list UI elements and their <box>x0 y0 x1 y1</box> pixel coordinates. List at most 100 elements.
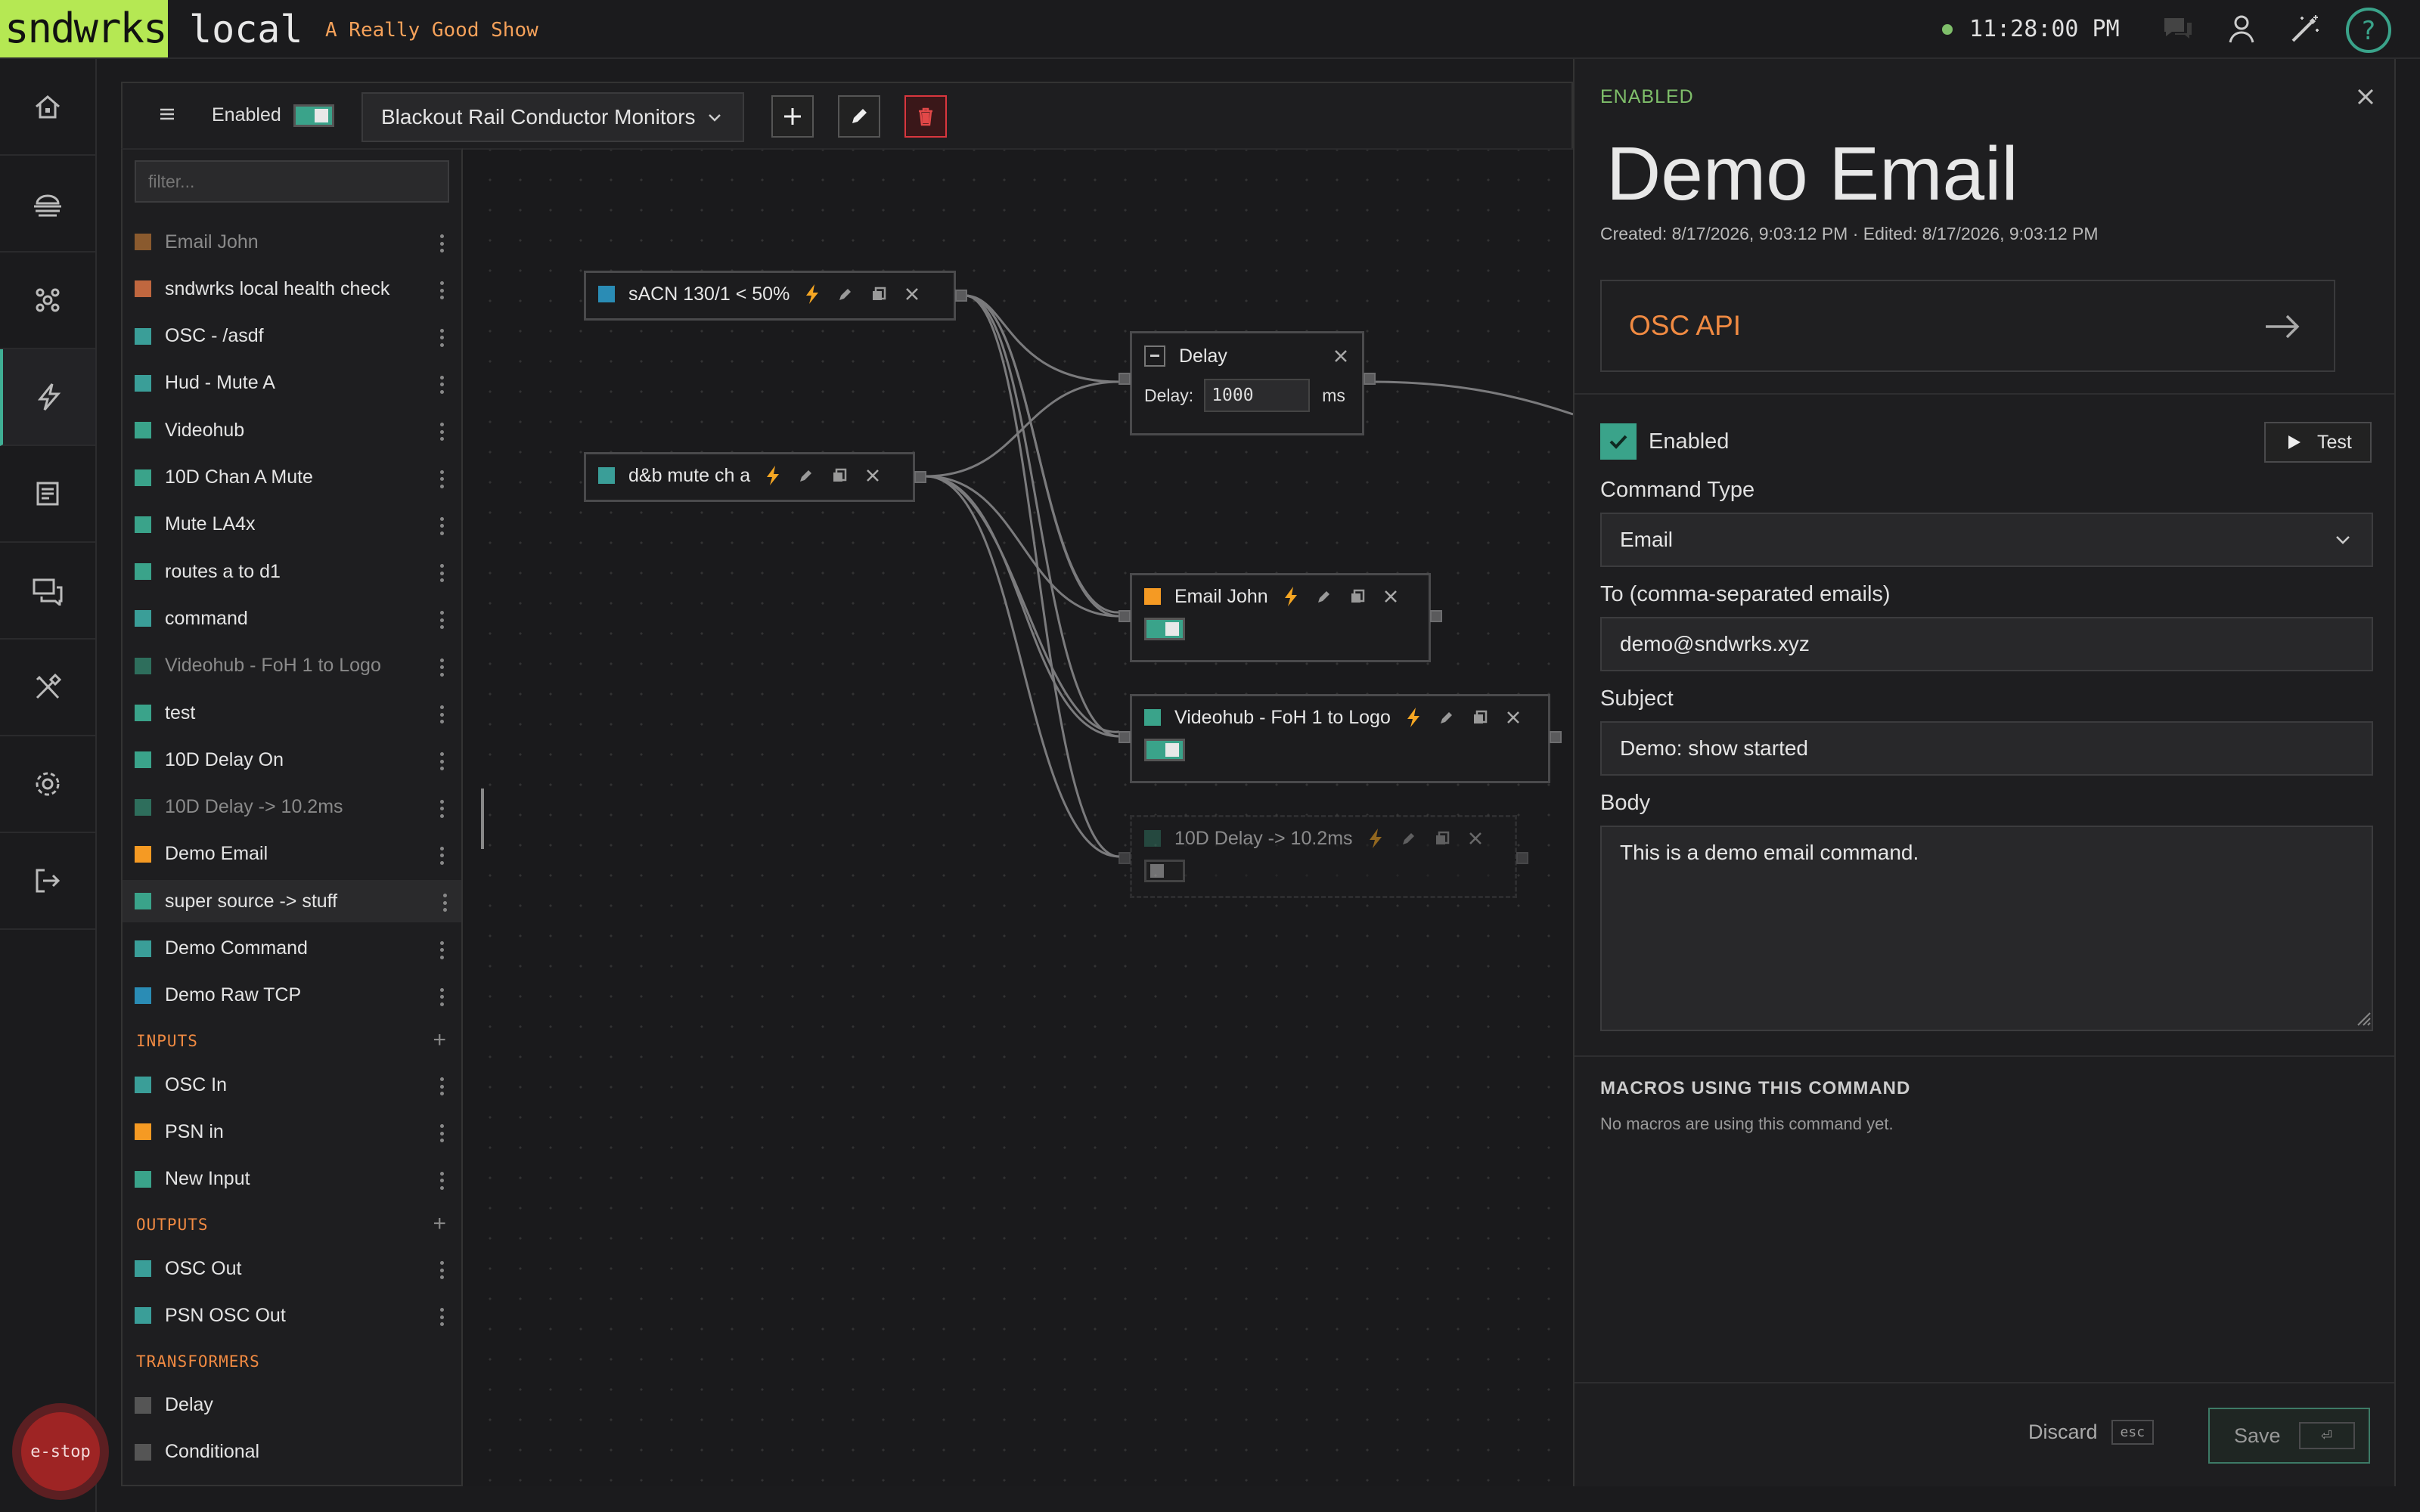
list-item[interactable]: 10D Chan A Mute <box>135 457 458 499</box>
trigger-node[interactable]: sACN 130/1 < 50% <box>584 271 967 321</box>
delete-macro-button[interactable] <box>904 95 947 138</box>
command-enabled-toggle[interactable] <box>1144 860 1185 882</box>
kebab-menu-icon[interactable] <box>443 894 448 912</box>
kebab-menu-icon[interactable] <box>440 658 445 677</box>
command-type-select[interactable]: Email <box>1600 513 2373 567</box>
list-item[interactable]: Demo Command <box>135 928 458 970</box>
help-icon[interactable]: ? <box>2344 6 2393 54</box>
kebab-menu-icon[interactable] <box>440 375 445 394</box>
kebab-menu-icon[interactable] <box>440 423 445 442</box>
pencil-icon[interactable] <box>1314 588 1335 605</box>
kebab-menu-icon[interactable] <box>440 1124 445 1143</box>
list-item[interactable]: OSC - /asdf <box>135 315 458 358</box>
copy-icon[interactable] <box>1432 830 1453 847</box>
close-panel-icon[interactable] <box>2355 86 2376 107</box>
delay-node[interactable]: Delay Delay: 1000 ms <box>1118 331 1376 435</box>
kebab-menu-icon[interactable] <box>440 705 445 723</box>
list-item[interactable]: PSN in <box>135 1111 458 1153</box>
pencil-icon[interactable] <box>1398 830 1419 847</box>
input-port[interactable] <box>1118 610 1131 622</box>
list-item[interactable]: test <box>135 692 458 734</box>
list-item[interactable]: super source -> stuff <box>123 880 461 923</box>
macro-select[interactable]: Blackout Rail Conductor Monitors <box>361 92 744 142</box>
output-port[interactable] <box>914 471 926 483</box>
nav-tools-icon[interactable] <box>0 640 95 736</box>
kebab-menu-icon[interactable] <box>440 328 445 347</box>
close-icon[interactable] <box>1465 832 1486 845</box>
kebab-menu-icon[interactable] <box>440 940 445 959</box>
pencil-icon[interactable] <box>1436 709 1457 726</box>
input-port[interactable] <box>1118 373 1131 385</box>
list-item[interactable]: Delay <box>135 1384 458 1427</box>
subject-input[interactable]: Demo: show started <box>1600 721 2373 776</box>
node-canvas[interactable]: sACN 130/1 < 50% d&b mute ch a Delay Del… <box>463 148 1573 1486</box>
add-node-button[interactable] <box>771 95 814 138</box>
kebab-menu-icon[interactable] <box>440 846 445 865</box>
chat-icon[interactable] <box>2160 11 2196 47</box>
input-port[interactable] <box>1118 852 1131 864</box>
list-item[interactable]: Videohub <box>135 409 458 451</box>
kebab-menu-icon[interactable] <box>440 987 445 1006</box>
hamburger-menu-icon[interactable] <box>159 106 175 122</box>
pencil-icon[interactable] <box>835 286 856 302</box>
estop-button[interactable]: e-stop <box>12 1403 109 1500</box>
nav-cues-icon[interactable] <box>0 446 95 543</box>
output-port[interactable] <box>1364 373 1376 385</box>
user-icon[interactable] <box>2223 11 2260 47</box>
kebab-menu-icon[interactable] <box>440 1171 445 1190</box>
list-item[interactable]: Demo Raw TCP <box>135 974 458 1017</box>
to-email-input[interactable]: demo@sndwrks.xyz <box>1600 617 2373 671</box>
close-icon[interactable] <box>1503 711 1524 724</box>
copy-icon[interactable] <box>1469 709 1491 726</box>
kebab-menu-icon[interactable] <box>440 564 445 583</box>
kebab-menu-icon[interactable] <box>440 1077 445 1096</box>
pencil-icon[interactable] <box>796 467 817 484</box>
close-icon[interactable] <box>901 287 923 301</box>
magic-wand-icon[interactable] <box>2287 11 2323 47</box>
delay-value-input[interactable]: 1000 <box>1204 379 1311 412</box>
list-item[interactable]: Email John <box>135 221 458 263</box>
command-node-disabled[interactable]: 10D Delay -> 10.2ms <box>1118 815 1528 898</box>
list-item[interactable]: routes a to d1 <box>135 550 458 593</box>
list-item[interactable]: Videohub - FoH 1 to Logo <box>135 645 458 687</box>
list-item[interactable]: Hud - Mute A <box>135 362 458 404</box>
add-icon[interactable]: + <box>433 1213 446 1235</box>
kebab-menu-icon[interactable] <box>440 752 445 771</box>
body-textarea[interactable]: This is a demo email command. <box>1600 826 2373 1031</box>
trigger-node[interactable]: d&b mute ch a <box>584 452 926 502</box>
nav-settings-icon[interactable] <box>0 736 95 833</box>
nav-network-icon[interactable] <box>0 253 95 349</box>
command-node[interactable]: Email John <box>1118 573 1442 662</box>
nav-devices-icon[interactable] <box>0 156 95 253</box>
copy-icon[interactable] <box>1347 588 1368 605</box>
list-item[interactable]: Mute LA4x <box>135 503 458 546</box>
command-enabled-toggle[interactable] <box>1144 739 1185 761</box>
list-item[interactable]: sndwrks local health check <box>135 268 458 310</box>
list-item[interactable]: 10D Delay -> 10.2ms <box>135 786 458 829</box>
list-item[interactable]: PSN OSC Out <box>135 1294 458 1337</box>
list-item[interactable]: command <box>135 597 458 640</box>
output-port[interactable] <box>1430 610 1442 622</box>
osc-api-link[interactable]: OSC API <box>1600 280 2335 372</box>
list-item[interactable]: 10D Delay On <box>135 739 458 781</box>
command-enabled-toggle[interactable] <box>1144 618 1185 640</box>
command-node[interactable]: Videohub - FoH 1 to Logo <box>1118 694 1562 783</box>
nav-macros-icon[interactable] <box>0 349 95 446</box>
save-button[interactable]: Save ⏎ <box>2208 1408 2370 1464</box>
nav-messages-icon[interactable] <box>0 543 95 640</box>
filter-input[interactable] <box>135 160 449 203</box>
kebab-menu-icon[interactable] <box>440 1308 445 1327</box>
list-item[interactable]: Conditional <box>135 1431 458 1473</box>
kebab-menu-icon[interactable] <box>440 469 445 488</box>
add-icon[interactable]: + <box>433 1029 446 1052</box>
close-icon[interactable] <box>1380 590 1401 603</box>
show-name[interactable]: A Really Good Show <box>325 15 538 45</box>
kebab-menu-icon[interactable] <box>440 234 445 253</box>
collapse-icon[interactable] <box>1144 345 1165 367</box>
kebab-menu-icon[interactable] <box>440 516 445 535</box>
brand-logo[interactable]: sndwrks <box>0 0 168 57</box>
macro-enabled-toggle[interactable] <box>293 104 334 127</box>
copy-icon[interactable] <box>829 467 850 484</box>
input-port[interactable] <box>1118 731 1131 743</box>
resize-handle-icon[interactable] <box>2355 1010 2372 1027</box>
